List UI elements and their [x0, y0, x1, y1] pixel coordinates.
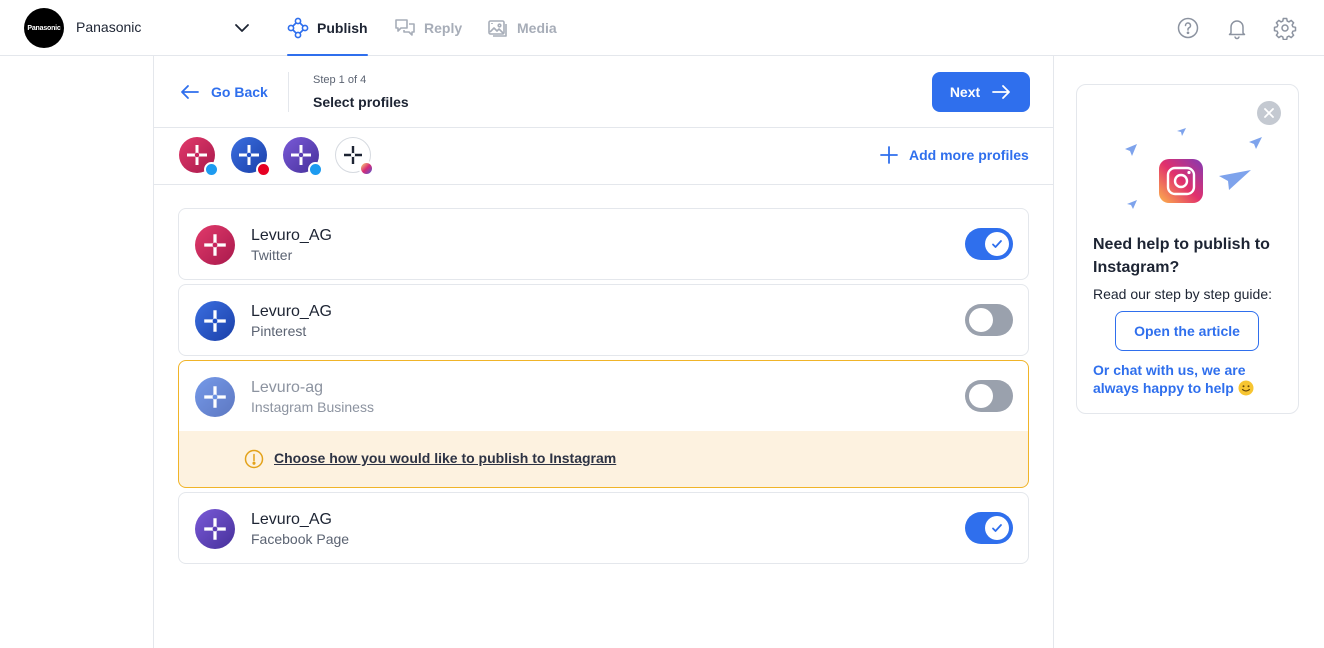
selected-profiles-strip: Add more profiles: [154, 128, 1053, 185]
toggle-knob: [985, 516, 1009, 540]
profile-card-twitter: Levuro_AG Twitter: [178, 208, 1029, 280]
levuro-logo-icon: [204, 518, 226, 540]
brand-name[interactable]: Panasonic: [76, 19, 141, 35]
next-label: Next: [949, 84, 981, 100]
brand-logo[interactable]: Panasonic: [24, 8, 64, 48]
profile-toggle[interactable]: [965, 380, 1013, 412]
avatar: [195, 509, 235, 549]
help-subtitle: Read our step by step guide:: [1093, 286, 1273, 302]
twitter-badge-icon: [308, 162, 323, 177]
avatar: [195, 377, 235, 417]
tab-reply-label: Reply: [424, 20, 463, 36]
help-icon[interactable]: [1176, 16, 1200, 40]
publish-icon: [287, 17, 309, 39]
instagram-warning: Choose how you would like to publish to …: [178, 431, 1029, 488]
avatar: [195, 225, 235, 265]
media-icon: [488, 20, 507, 37]
twitter-badge-icon: [204, 162, 219, 177]
levuro-logo-icon: [204, 310, 226, 332]
check-icon: [992, 240, 1002, 248]
profile-card-instagram: Levuro-ag Instagram Business: [178, 360, 1029, 432]
levuro-logo-icon: [204, 234, 226, 256]
tab-media-label: Media: [517, 20, 557, 36]
chat-link[interactable]: Or chat with us, we are always happy to …: [1093, 361, 1293, 397]
open-article-button[interactable]: Open the article: [1115, 311, 1259, 351]
close-icon: [1264, 108, 1274, 118]
bell-icon[interactable]: [1225, 16, 1249, 40]
check-icon: [992, 524, 1002, 532]
main-panel: Go Back Step 1 of 4 Select profiles Next: [153, 56, 1054, 648]
profile-avatar-twitter[interactable]: [179, 137, 219, 177]
step-count: Step 1 of 4: [313, 74, 367, 86]
profile-toggle[interactable]: [965, 304, 1013, 336]
toggle-knob: [969, 308, 993, 332]
plus-icon: [880, 146, 898, 164]
warning-link[interactable]: Choose how you would like to publish to …: [274, 450, 616, 466]
chevron-down-icon[interactable]: [232, 18, 252, 38]
gear-icon[interactable]: [1273, 16, 1297, 40]
pinterest-badge-icon: [256, 162, 271, 177]
profile-card-pinterest: Levuro_AG Pinterest: [178, 284, 1029, 356]
help-card: Need help to publish to Instagram? Read …: [1076, 84, 1299, 414]
profile-avatar-pinterest[interactable]: [231, 137, 271, 177]
reply-icon: [395, 19, 415, 36]
profile-avatar-instagram[interactable]: [335, 137, 374, 176]
profile-name: Levuro-ag: [251, 379, 324, 396]
chat-text: Or chat with us, we are always happy to …: [1093, 362, 1246, 396]
profile-card-facebook: Levuro_AG Facebook Page: [178, 492, 1029, 564]
tab-media[interactable]: Media: [487, 0, 557, 56]
toggle-knob: [969, 384, 993, 408]
warning-icon: [244, 449, 264, 469]
step-bar: Go Back Step 1 of 4 Select profiles Next: [154, 56, 1053, 128]
next-button[interactable]: Next: [932, 72, 1030, 112]
tab-reply[interactable]: Reply: [394, 0, 462, 56]
profile-network: Facebook Page: [251, 531, 350, 547]
profile-toggle[interactable]: [965, 512, 1013, 544]
profile-network: Instagram Business: [251, 399, 374, 415]
profile-name: Levuro_AG: [251, 511, 332, 528]
profile-name: Levuro_AG: [251, 303, 332, 320]
tab-publish-label: Publish: [317, 20, 368, 36]
add-more-label: Add more profiles: [909, 147, 1029, 163]
top-bar: Panasonic Panasonic Publish Reply Media: [0, 0, 1324, 56]
arrow-right-icon: [992, 85, 1011, 99]
toggle-knob: [985, 232, 1009, 256]
step-title: Select profiles: [313, 94, 409, 110]
arrow-left-icon: [181, 85, 199, 99]
smile-emoji-icon: [1238, 380, 1254, 396]
levuro-logo-icon: [204, 386, 226, 408]
profile-name: Levuro_AG: [251, 227, 332, 244]
instagram-badge-icon: [359, 161, 374, 176]
profile-network: Twitter: [251, 247, 293, 263]
add-more-profiles-button[interactable]: Add more profiles: [879, 145, 1029, 165]
tab-publish[interactable]: Publish: [287, 0, 368, 56]
profile-toggle[interactable]: [965, 228, 1013, 260]
help-title: Need help to publish to Instagram?: [1093, 236, 1270, 276]
go-back-label: Go Back: [211, 84, 268, 100]
instagram-illustration: [1125, 128, 1262, 209]
go-back-button[interactable]: Go Back: [179, 80, 268, 104]
profile-avatar-twitter-2[interactable]: [283, 137, 323, 177]
divider: [288, 72, 289, 112]
profile-network: Pinterest: [251, 323, 307, 339]
avatar: [195, 301, 235, 341]
